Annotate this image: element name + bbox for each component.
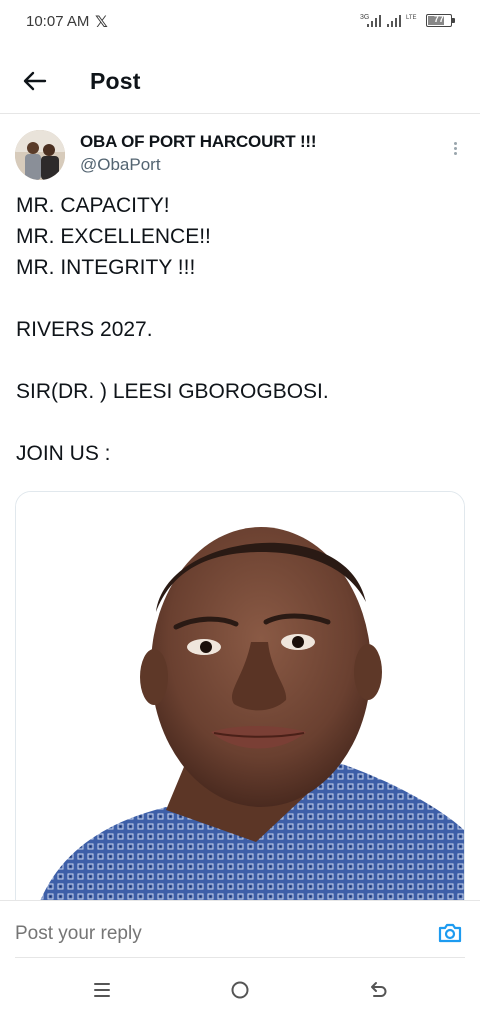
back-button[interactable] [20,66,50,96]
page-title: Post [90,68,141,94]
post-line: MR. CAPACITY! [16,194,170,217]
signal-icon-1 [366,14,382,28]
home-button[interactable] [228,978,252,1002]
x-logo-icon: 𝕏 [95,14,108,31]
post-header: Post [0,44,480,114]
more-options-button[interactable] [446,140,464,162]
status-time: 10:07 AM [26,13,90,30]
more-vertical-icon-dot [453,152,457,155]
battery-nub [452,18,455,23]
author-handle[interactable]: @ObaPort [80,155,161,175]
back-arrow-icon [371,982,387,997]
reply-bar [0,900,480,960]
system-back-button[interactable] [366,978,390,1002]
avatar[interactable] [15,130,65,180]
post-image[interactable] [15,491,465,911]
system-nav-bar [0,960,480,1014]
status-bar: 10:07 AM 𝕏 3G LTE 77 [0,0,480,44]
post-line: JOIN US : [16,442,111,465]
arrow-left-icon [23,71,47,91]
post-line: MR. EXCELLENCE!! [16,225,211,248]
more-vertical-icon-dot [453,147,457,150]
reply-input[interactable] [15,923,415,945]
camera-button[interactable] [437,921,463,945]
network-label-lte: LTE [406,15,417,21]
battery-level: 77 [433,14,444,24]
more-vertical-icon-dot [453,142,457,145]
battery-icon: 77 [426,14,452,27]
home-circle-icon [231,981,249,999]
menu-icon [94,983,110,997]
portrait-photo [16,492,464,910]
post-line: SIR(DR. ) LEESI GBOROGBOSI. [16,380,329,403]
author-name[interactable]: OBA OF PORT HARCOURT !!! [80,132,317,152]
signal-icon-2 [386,14,402,28]
reply-divider [15,957,465,958]
camera-icon [438,923,462,943]
menu-button[interactable] [90,978,114,1002]
post-line: RIVERS 2027. [16,318,153,341]
post-line: MR. INTEGRITY !!! [16,256,196,279]
